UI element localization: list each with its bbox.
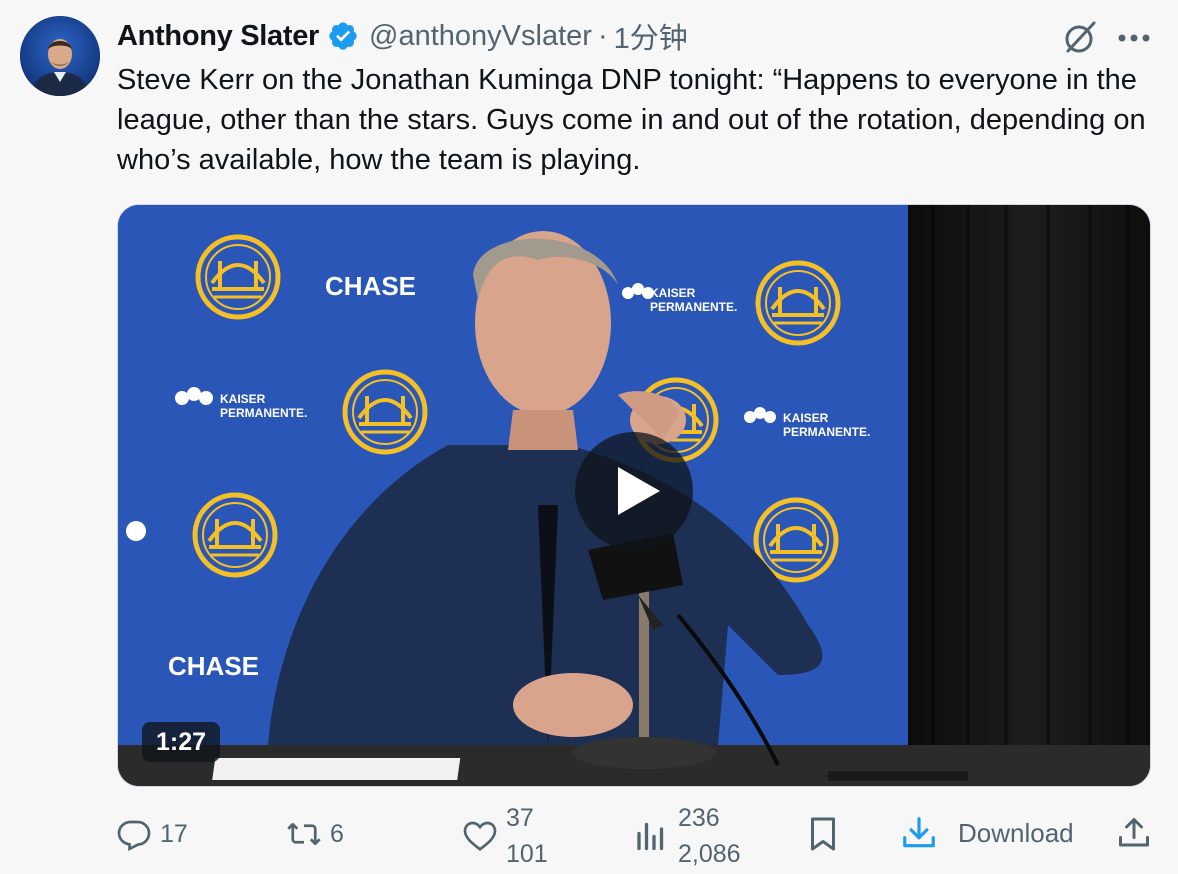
like-count-incoming: 101: [506, 840, 548, 868]
author-handle[interactable]: @anthonyVslater: [369, 20, 592, 53]
views-count-incoming: 2,086: [678, 840, 741, 868]
views-icon: [637, 822, 664, 851]
play-icon: [618, 467, 660, 515]
views-button[interactable]: [636, 818, 666, 852]
share-button[interactable]: [1116, 814, 1152, 852]
like-icon: [463, 821, 497, 851]
backdrop-sponsor-kaiser-2: KAISER: [220, 392, 266, 406]
play-button[interactable]: [575, 432, 693, 550]
reply-button[interactable]: 17: [116, 816, 188, 852]
bookmark-button[interactable]: [808, 816, 838, 852]
backdrop-sponsor-chase-lower: CHASE: [168, 651, 259, 681]
video-player[interactable]: CHASE CHASE KAISER PERMANENTE. KAISER PE…: [117, 204, 1151, 787]
avatar[interactable]: [20, 16, 100, 96]
download-icon: [903, 817, 935, 848]
share-icon: [1119, 818, 1149, 847]
like-count-outgoing: 37: [506, 804, 534, 832]
retweet-icon: [287, 822, 321, 846]
tweet[interactable]: Anthony Slater @anthonyVslater · 1分钟 Ste…: [0, 0, 1178, 874]
meta-separator: ·: [597, 19, 608, 52]
author-display-name[interactable]: Anthony Slater: [117, 20, 319, 53]
grok-icon[interactable]: [1060, 18, 1100, 58]
tweet-text: Steve Kerr on the Jonathan Kuminga DNP t…: [117, 64, 1146, 176]
download-label: Download: [958, 817, 1074, 848]
backdrop-sponsor-permanente-2: PERMANENTE.: [220, 406, 307, 420]
backdrop-sponsor-kaiser-1: KAISER: [650, 286, 696, 300]
retweet-button[interactable]: 6: [286, 816, 344, 852]
reply-icon: [117, 820, 151, 852]
video-duration: 1:27: [142, 722, 221, 762]
tweet-timestamp[interactable]: 1分钟: [614, 15, 688, 57]
action-bar: 17 6 37 101 236 2,086 Download: [0, 800, 1178, 874]
backdrop-sponsor-chase: CHASE: [325, 271, 416, 301]
backdrop-sponsor-kaiser-3: KAISER: [783, 411, 829, 425]
retweet-count: 6: [330, 819, 344, 848]
verified-badge-icon[interactable]: [327, 20, 359, 52]
views-count-outgoing: 236: [678, 804, 720, 832]
like-button[interactable]: [462, 818, 498, 852]
views-count: 236 2,086: [678, 800, 768, 874]
backdrop-sponsor-permanente-3: PERMANENTE.: [783, 425, 870, 439]
reply-count: 17: [160, 819, 188, 848]
like-count: 37 101: [506, 800, 566, 874]
avatar-photo: [20, 16, 100, 96]
backdrop-sponsor-permanente-1: PERMANENTE.: [650, 300, 737, 314]
download-button[interactable]: Download: [900, 814, 1074, 852]
tweet-header: Anthony Slater @anthonyVslater · 1分钟: [117, 16, 688, 56]
more-icon[interactable]: [1112, 18, 1156, 58]
bookmark-icon: [811, 817, 835, 851]
